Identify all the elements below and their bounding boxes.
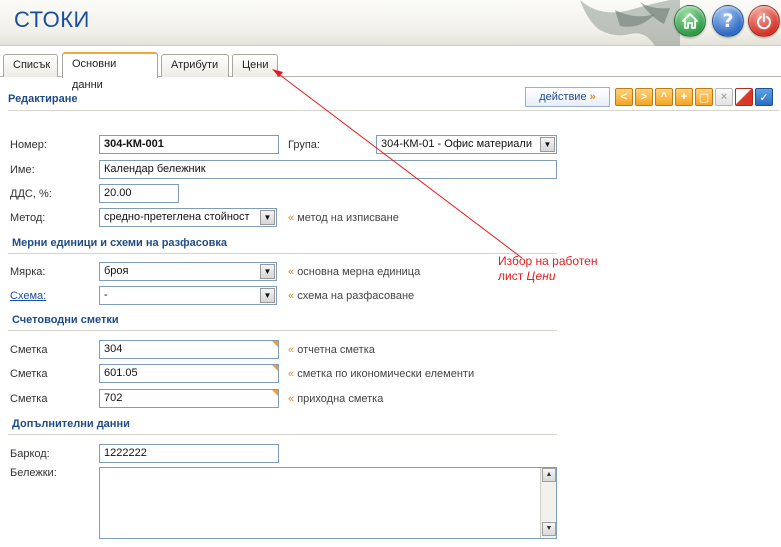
annotation-arrow (272, 69, 523, 259)
annotation-line2-italic: Цени (526, 269, 556, 283)
annotation-note: Избор на работен лист Цени (498, 254, 597, 284)
annotation-line2-prefix: лист (498, 269, 527, 283)
annotation-line1: Избор на работен (498, 254, 598, 268)
annotation-line2: лист Цени (498, 269, 597, 284)
